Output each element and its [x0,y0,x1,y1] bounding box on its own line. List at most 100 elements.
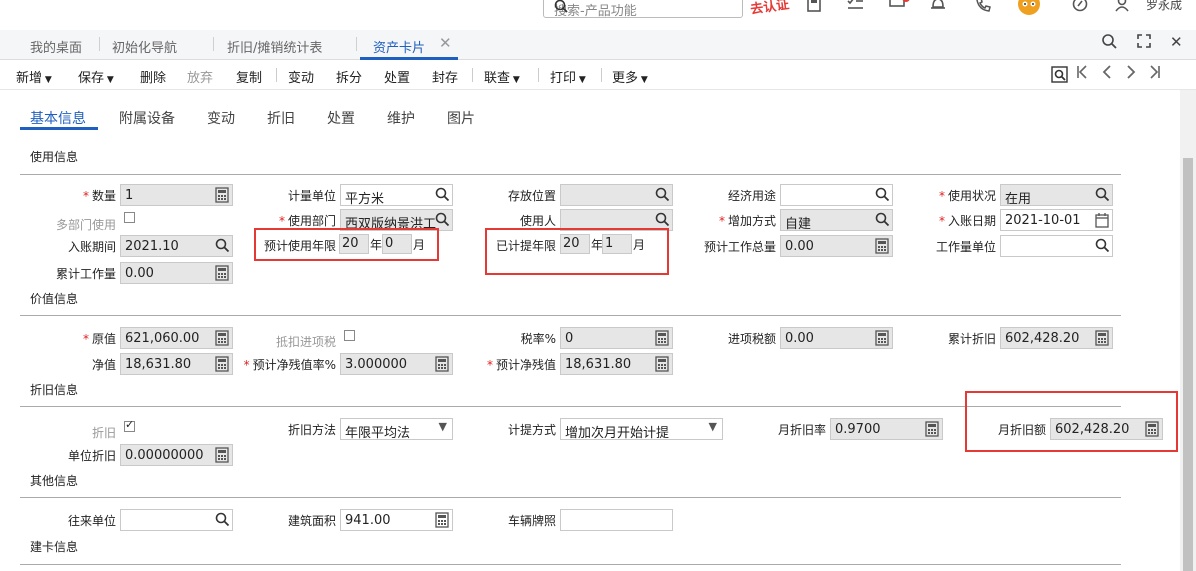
calculator-icon[interactable] [215,447,229,463]
phone-icon[interactable] [975,0,991,12]
link-query-button[interactable]: 联查 ▼ [484,67,520,86]
net-value-field[interactable]: 18,631.80 [120,353,233,375]
chevron-down-icon[interactable]: ▼ [439,420,447,433]
search-icon[interactable] [1095,238,1110,254]
search-icon[interactable] [435,212,450,228]
calculator-icon[interactable] [875,330,889,346]
seal-button[interactable]: 封存 [432,67,458,86]
discard-button[interactable]: 放弃 [187,67,213,86]
calculator-icon[interactable] [435,512,449,528]
checklist-icon[interactable] [846,0,864,12]
monthly-rate-field[interactable]: 0.9700 [830,418,943,440]
tab-close-icon[interactable]: ✕ [439,34,452,52]
previous-record-icon[interactable] [1101,64,1113,80]
tab-asset-card[interactable]: 资产卡片 [373,37,425,56]
search-icon[interactable] [215,238,230,254]
residual-value-field[interactable]: 18,631.80 [560,353,673,375]
mascot-avatar-icon[interactable] [1014,0,1044,18]
calculator-icon[interactable] [655,330,669,346]
qty-field[interactable]: 1 [120,184,233,206]
entry-date-field[interactable]: 2021-10-01 [1000,209,1113,231]
calculator-icon[interactable] [655,356,669,372]
search-icon[interactable] [655,212,670,228]
subtab-maintenance[interactable]: 维护 [387,108,415,128]
econ-use-field[interactable] [780,184,893,206]
subtab-attached-devices[interactable]: 附属设备 [119,108,175,128]
calculator-icon[interactable] [875,238,889,254]
calc-method-select[interactable]: 增加次月开始计提 ▼ [560,418,723,440]
more-button[interactable]: 更多 ▼ [612,67,648,86]
est-workload-label: 预计工作总量 [703,240,776,254]
search-icon[interactable] [875,187,890,203]
copy-button[interactable]: 复制 [236,67,262,86]
search-icon[interactable] [655,187,670,203]
maximize-icon[interactable] [1137,34,1151,48]
calculator-icon[interactable] [1095,330,1109,346]
calculator-icon[interactable] [215,265,229,281]
change-button[interactable]: 变动 [288,67,314,86]
orig-value-field[interactable]: 621,060.00 [120,327,233,349]
status-field[interactable]: 在用 [1000,184,1113,206]
subtab-basic-info[interactable]: 基本信息 [30,108,86,128]
acc-dep-field[interactable]: 602,428.20 [1000,327,1113,349]
scrollbar-thumb[interactable] [1183,158,1193,571]
search-icon[interactable] [1101,33,1117,49]
tax-rate-field[interactable]: 0 [560,327,673,349]
calculator-icon[interactable] [806,0,822,12]
calculator-icon[interactable] [215,187,229,203]
search-icon[interactable] [1095,187,1110,203]
search-icon[interactable] [435,187,450,203]
calculator-icon[interactable] [435,356,449,372]
message-icon[interactable] [888,0,910,10]
search-box[interactable]: 搜索-产品功能 [543,0,743,19]
add-method-field[interactable]: 自建 [780,209,893,231]
dispose-button[interactable]: 处置 [384,67,410,86]
dep-method-select[interactable]: 年限平均法 ▼ [340,418,453,440]
area-field[interactable]: 941.00 [340,509,453,531]
search-icon[interactable] [875,212,890,228]
subtab-images[interactable]: 图片 [447,108,475,128]
chevron-down-icon[interactable]: ▼ [709,420,717,433]
search-icon[interactable] [554,0,734,13]
depreciate-checkbox[interactable] [124,418,135,432]
print-button[interactable]: 打印 ▼ [550,67,586,86]
acc-workload-field[interactable]: 0.00 [120,262,233,284]
entry-period-field[interactable]: 2021.10 [120,235,233,257]
new-button[interactable]: 新增 ▼ [16,67,52,86]
partner-field[interactable] [120,509,233,531]
user-name[interactable]: 罗永成 [1146,0,1182,13]
auth-badge[interactable]: 去认证 [749,0,790,18]
work-unit-field[interactable] [1000,235,1113,257]
first-record-icon[interactable] [1076,64,1088,80]
tab-init-nav[interactable]: 初始化导航 [112,37,177,56]
calculator-icon[interactable] [925,421,939,437]
location-field[interactable] [560,184,673,206]
tab-depreciation-report[interactable]: 折旧/摊销统计表 [227,37,322,56]
calendar-icon[interactable] [1095,212,1109,228]
residual-rate-field[interactable]: 3.000000 [340,353,453,375]
subtab-disposal[interactable]: 处置 [327,108,355,128]
calculator-icon[interactable] [215,356,229,372]
last-record-icon[interactable] [1149,64,1161,80]
input-tax-field[interactable]: 0.00 [780,327,893,349]
unit-field[interactable]: 平方米 [340,184,453,206]
delete-button[interactable]: 删除 [140,67,166,86]
next-record-icon[interactable] [1125,64,1137,80]
search-icon[interactable] [215,512,230,528]
multi-dept-checkbox[interactable] [124,212,135,223]
tab-my-desktop[interactable]: 我的桌面 [30,37,82,56]
save-button[interactable]: 保存 ▼ [78,67,114,86]
plate-field[interactable] [560,509,673,531]
help-icon[interactable] [1072,0,1088,12]
est-workload-field[interactable]: 0.00 [780,235,893,257]
split-button[interactable]: 拆分 [336,67,362,86]
subtab-depreciation[interactable]: 折旧 [267,108,295,128]
close-icon[interactable]: ✕ [1170,33,1183,51]
deduct-tax-checkbox[interactable] [344,330,355,341]
calculator-icon[interactable] [215,330,229,346]
unit-dep-field[interactable]: 0.00000000 [120,444,233,466]
user-icon[interactable] [1114,0,1130,12]
find-icon[interactable] [1051,66,1068,83]
subtab-changes[interactable]: 变动 [207,108,235,128]
bell-icon[interactable] [930,0,946,12]
